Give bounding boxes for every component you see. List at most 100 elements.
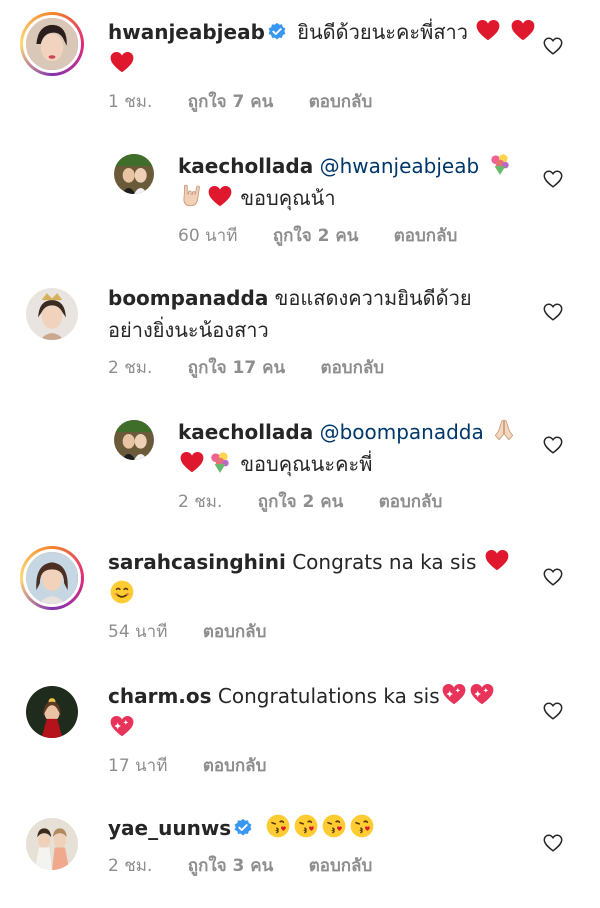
username[interactable]: hwanjeabjeab [108, 20, 265, 44]
username[interactable]: kaechollada [178, 154, 313, 178]
kissing-face-emoji [293, 813, 319, 839]
comment-message: Congratulations ka sis [217, 684, 440, 708]
username[interactable]: boompanadda [108, 286, 268, 310]
username[interactable]: kaechollada [178, 420, 313, 444]
avatar[interactable] [20, 12, 84, 76]
comment-time: 2 ชม. [178, 492, 223, 512]
comment: yae_uunws 2 ชม. ถูกใจ 3 คน ตอบกลับ [0, 812, 600, 902]
smiling-face-emoji [109, 579, 135, 605]
comment-body: sarahcasinghini Congrats na ka sis 54 นา… [108, 546, 540, 645]
comment-time: 54 นาที [108, 622, 168, 642]
sparkling-heart-emoji [109, 713, 135, 739]
likes-count[interactable]: ถูกใจ 2 คน [258, 492, 344, 512]
comment-time: 1 ชม. [108, 92, 153, 112]
reply-button[interactable]: ตอบกลับ [394, 226, 458, 246]
red-heart-emoji [207, 183, 233, 209]
comment-time: 2 ชม. [108, 358, 153, 378]
red-heart-emoji [484, 547, 510, 573]
comment-text: boompanadda ขอแสดงความยินดีด้วย อย่างยิ่… [108, 282, 540, 346]
comment-meta: 2 ชม. ถูกใจ 17 คน ตอบกลับ [108, 354, 540, 381]
heart-outline-icon[interactable] [542, 301, 564, 323]
mention-link[interactable]: @hwanjeabjeab [320, 154, 480, 178]
comment-meta: 1 ชม. ถูกใจ 7 คน ตอบกลับ [108, 88, 540, 115]
rock-hand-emoji [179, 183, 205, 209]
comment-message: ขอบคุณนะคะพี่ [240, 452, 373, 476]
kissing-face-emoji [321, 813, 347, 839]
sparkling-heart-emoji [441, 681, 467, 707]
pray-emoji [491, 417, 517, 443]
reply-comment: kaechollada @hwanjeabjeab ขอบคุณน้า 60 น… [0, 148, 600, 248]
comment-meta: 2 ชม. ถูกใจ 2 คน ตอบกลับ [178, 488, 540, 515]
avatar[interactable] [20, 812, 84, 876]
reply-comment: kaechollada @boompanadda ขอบคุณนะคะพี่ 2… [0, 414, 600, 514]
comment-text: hwanjeabjeab ยินดีด้วยนะคะพี่สาว [108, 16, 540, 80]
red-heart-emoji [109, 49, 135, 75]
heart-outline-icon[interactable] [542, 832, 564, 854]
comment-message-line2: อย่างยิ่งนะน้องสาว [108, 318, 269, 342]
comment-message: ขอบคุณน้า [240, 186, 336, 210]
avatar[interactable] [20, 546, 84, 610]
likes-count[interactable]: ถูกใจ 2 คน [273, 226, 359, 246]
reply-button[interactable]: ตอบกลับ [309, 92, 373, 112]
red-heart-emoji [179, 449, 205, 475]
kissing-face-emoji [265, 813, 291, 839]
username[interactable]: charm.os [108, 684, 212, 708]
username[interactable]: yae_uunws [108, 816, 231, 840]
avatar-photo [23, 15, 81, 73]
comment-message: ยินดีด้วยนะคะพี่สาว [297, 20, 468, 44]
avatar-photo [111, 151, 157, 197]
avatar-photo [23, 683, 81, 741]
comment-text: kaechollada @hwanjeabjeab ขอบคุณน้า [178, 150, 540, 214]
avatar[interactable] [108, 414, 160, 466]
comment-meta: 60 นาที ถูกใจ 2 คน ตอบกลับ [178, 222, 540, 249]
comment-body: charm.os Congratulations ka sis 17 นาที … [108, 680, 540, 779]
comment-time: 2 ชม. [108, 856, 153, 876]
comment-body: yae_uunws 2 ชม. ถูกใจ 3 คน ตอบกลับ [108, 812, 540, 879]
comment-body: boompanadda ขอแสดงความยินดีด้วย อย่างยิ่… [108, 282, 540, 381]
sparkling-heart-emoji [469, 681, 495, 707]
avatar-photo [111, 417, 157, 463]
comment-meta: 2 ชม. ถูกใจ 3 คน ตอบกลับ [108, 852, 540, 879]
heart-outline-icon[interactable] [542, 35, 564, 57]
heart-outline-icon[interactable] [542, 434, 564, 456]
comment-time: 60 นาที [178, 226, 238, 246]
bouquet-emoji [487, 151, 513, 177]
comment-message: Congrats na ka sis [292, 550, 477, 574]
reply-button[interactable]: ตอบกลับ [203, 756, 267, 776]
likes-count[interactable]: ถูกใจ 3 คน [188, 856, 274, 876]
comment-message-line1: ขอแสดงความยินดีด้วย [274, 286, 472, 310]
reply-button[interactable]: ตอบกลับ [309, 856, 373, 876]
likes-count[interactable]: ถูกใจ 17 คน [188, 358, 285, 378]
avatar[interactable] [20, 680, 84, 744]
comment: hwanjeabjeab ยินดีด้วยนะคะพี่สาว 1 ชม. ถ… [0, 12, 600, 122]
avatar[interactable] [108, 148, 160, 200]
bouquet-emoji [207, 449, 233, 475]
verified-badge-icon [267, 22, 287, 42]
heart-outline-icon[interactable] [542, 700, 564, 722]
avatar-photo [23, 549, 81, 607]
avatar[interactable] [20, 282, 84, 346]
comment-meta: 54 นาที ตอบกลับ [108, 618, 540, 645]
likes-count[interactable]: ถูกใจ 7 คน [188, 92, 274, 112]
comment-body: kaechollada @hwanjeabjeab ขอบคุณน้า 60 น… [178, 150, 540, 249]
username[interactable]: sarahcasinghini [108, 550, 286, 574]
reply-button[interactable]: ตอบกลับ [379, 492, 443, 512]
verified-badge-icon [233, 818, 253, 838]
comment-text: charm.os Congratulations ka sis [108, 680, 540, 744]
red-heart-emoji [475, 17, 501, 43]
red-heart-emoji [510, 17, 536, 43]
comment: boompanadda ขอแสดงความยินดีด้วย อย่างยิ่… [0, 282, 600, 382]
comment: sarahcasinghini Congrats na ka sis 54 นา… [0, 546, 600, 646]
reply-button[interactable]: ตอบกลับ [321, 358, 385, 378]
comment-body: kaechollada @boompanadda ขอบคุณนะคะพี่ 2… [178, 416, 540, 515]
heart-outline-icon[interactable] [542, 168, 564, 190]
reply-button[interactable]: ตอบกลับ [203, 622, 267, 642]
comment-time: 17 นาที [108, 756, 168, 776]
comment-text: sarahcasinghini Congrats na ka sis [108, 546, 540, 610]
heart-outline-icon[interactable] [542, 566, 564, 588]
comment: charm.os Congratulations ka sis 17 นาที … [0, 680, 600, 780]
mention-link[interactable]: @boompanadda [320, 420, 484, 444]
avatar-photo [23, 815, 81, 873]
kissing-face-emoji [349, 813, 375, 839]
comment-text: yae_uunws [108, 812, 540, 844]
